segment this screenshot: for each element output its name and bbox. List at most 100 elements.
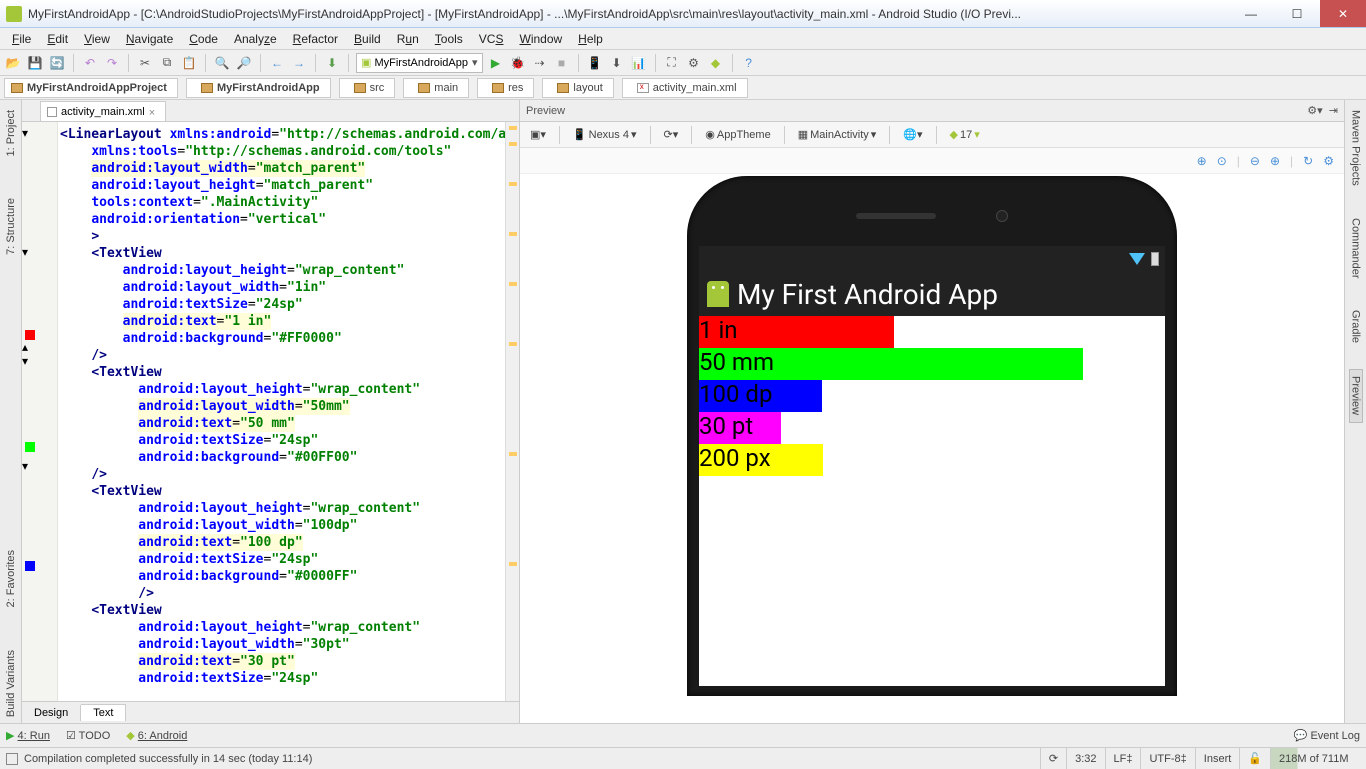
crumb-module[interactable]: MyFirstAndroidApp: [186, 78, 331, 98]
dock-structure[interactable]: 7: Structure: [5, 192, 17, 261]
preview-textview[interactable]: 200 px: [699, 444, 823, 476]
crumb-src[interactable]: src: [339, 78, 396, 98]
undo-icon[interactable]: ↶: [81, 54, 99, 72]
preview-textview[interactable]: 30 pt: [699, 412, 781, 444]
editor-gutter[interactable]: ▾ ▾ ▴▾ ▾: [22, 122, 58, 701]
zoom-fit-icon[interactable]: ⊕: [1197, 154, 1207, 168]
menu-vcs[interactable]: VCS: [471, 30, 512, 48]
menu-build[interactable]: Build: [346, 30, 389, 48]
cut-icon[interactable]: ✂: [136, 54, 154, 72]
event-log-button[interactable]: 💬 Event Log: [1294, 729, 1360, 742]
menu-window[interactable]: Window: [511, 30, 570, 48]
replace-icon[interactable]: 🔎: [235, 54, 253, 72]
zoom-reset-icon[interactable]: ⊙: [1217, 154, 1227, 168]
locale-icon[interactable]: 🌐▾: [899, 126, 926, 143]
run-config-combo[interactable]: ▣ MyFirstAndroidApp▾: [356, 53, 483, 73]
menu-view[interactable]: View: [76, 30, 118, 48]
api-combo[interactable]: ◆17▾: [946, 126, 984, 143]
refresh-icon[interactable]: ↻: [1303, 154, 1313, 168]
forward-icon[interactable]: →: [290, 54, 308, 72]
android-tool-button[interactable]: ◆ 6: Android: [126, 729, 187, 742]
preview-canvas[interactable]: My First Android App 1 in50 mm100 dp30 p…: [520, 174, 1344, 723]
settings-icon[interactable]: ⚙: [685, 54, 703, 72]
menu-help[interactable]: Help: [570, 30, 611, 48]
sync-icon[interactable]: 🔄: [48, 54, 66, 72]
redo-icon[interactable]: ↷: [103, 54, 121, 72]
gutter-breakpoint-blue[interactable]: [25, 561, 35, 571]
hide-icon[interactable]: ⇥: [1329, 105, 1338, 117]
open-icon[interactable]: 📂: [4, 54, 22, 72]
gutter-breakpoint-red[interactable]: [25, 330, 35, 340]
avd-icon[interactable]: 📱: [586, 54, 604, 72]
crumb-project[interactable]: MyFirstAndroidAppProject: [4, 78, 178, 98]
editor-scrollbar[interactable]: [505, 122, 519, 701]
monitor-icon[interactable]: 📊: [630, 54, 648, 72]
preview-settings-icon[interactable]: ⚙: [1323, 154, 1334, 168]
battery-icon: [1151, 252, 1159, 266]
debug-icon[interactable]: 🐞: [509, 54, 527, 72]
help-icon[interactable]: ?: [740, 54, 758, 72]
line-separator[interactable]: LF ‡: [1105, 748, 1141, 769]
crumb-file[interactable]: activity_main.xml: [622, 78, 748, 98]
crumb-main[interactable]: main: [403, 78, 469, 98]
design-tab[interactable]: Design: [22, 705, 81, 721]
text-tab[interactable]: Text: [81, 704, 126, 721]
orientation-icon[interactable]: ⟳▾: [660, 126, 683, 143]
memory-indicator[interactable]: 218M of 711M: [1270, 748, 1360, 769]
editor-tab-label: activity_main.xml: [61, 106, 145, 118]
close-button[interactable]: ✕: [1320, 0, 1366, 27]
stop-icon[interactable]: ■: [553, 54, 571, 72]
dock-commander[interactable]: Commander: [1350, 212, 1362, 285]
android-icon[interactable]: ◆: [707, 54, 725, 72]
zoom-in-icon[interactable]: ⊕: [1270, 154, 1280, 168]
dock-gradle[interactable]: Gradle: [1350, 304, 1362, 349]
run-icon[interactable]: ▶: [487, 54, 505, 72]
menu-analyze[interactable]: Analyze: [226, 30, 285, 48]
progress-icon[interactable]: ⟳: [1040, 748, 1066, 769]
preview-textview[interactable]: 50 mm: [699, 348, 1083, 380]
preview-textview[interactable]: 1 in: [699, 316, 894, 348]
crumb-layout[interactable]: layout: [542, 78, 613, 98]
make-icon[interactable]: ⬇: [323, 54, 341, 72]
device-combo[interactable]: 📱Nexus 4▾: [569, 126, 641, 143]
dock-build-variants[interactable]: Build Variants: [5, 644, 17, 723]
preview-textview[interactable]: 100 dp: [699, 380, 822, 412]
theme-combo[interactable]: ◉AppTheme: [701, 126, 774, 143]
menu-file[interactable]: File: [4, 30, 39, 48]
caret-position[interactable]: 3:32: [1066, 748, 1104, 769]
menu-code[interactable]: Code: [181, 30, 226, 48]
attach-icon[interactable]: ⇢: [531, 54, 549, 72]
structure-icon[interactable]: ⛶: [663, 54, 681, 72]
dock-favorites[interactable]: 2: Favorites: [5, 544, 17, 613]
menu-run[interactable]: Run: [389, 30, 427, 48]
config-icon[interactable]: ▣▾: [526, 126, 550, 143]
menu-refactor[interactable]: Refactor: [285, 30, 346, 48]
dock-maven[interactable]: Maven Projects: [1350, 104, 1362, 192]
activity-combo[interactable]: ▦MainActivity▾: [794, 126, 881, 143]
dock-preview[interactable]: Preview: [1349, 369, 1363, 422]
crumb-res[interactable]: res: [477, 78, 534, 98]
run-tool-button[interactable]: ▶ 4: Run: [6, 729, 50, 742]
close-tab-icon[interactable]: ×: [149, 107, 159, 117]
zoom-out-icon[interactable]: ⊖: [1250, 154, 1260, 168]
maximize-button[interactable]: ☐: [1274, 0, 1320, 27]
editor-tab-active[interactable]: activity_main.xml ×: [40, 101, 166, 121]
minimize-button[interactable]: —: [1228, 0, 1274, 27]
menu-edit[interactable]: Edit: [39, 30, 76, 48]
code-editor[interactable]: <LinearLayout xmlns:android="http://sche…: [58, 122, 505, 701]
menu-tools[interactable]: Tools: [427, 30, 471, 48]
paste-icon[interactable]: 📋: [180, 54, 198, 72]
read-lock-icon[interactable]: 🔓: [1239, 748, 1270, 769]
dock-project[interactable]: 1: Project: [5, 104, 17, 162]
insert-mode[interactable]: Insert: [1195, 748, 1240, 769]
back-icon[interactable]: ←: [268, 54, 286, 72]
copy-icon[interactable]: ⧉: [158, 54, 176, 72]
todo-tool-button[interactable]: ☑ TODO: [66, 729, 110, 742]
gutter-breakpoint-green[interactable]: [25, 442, 35, 452]
save-icon[interactable]: 💾: [26, 54, 44, 72]
gear-icon[interactable]: ⚙▾: [1307, 105, 1322, 117]
encoding[interactable]: UTF-8 ‡: [1140, 748, 1194, 769]
menu-navigate[interactable]: Navigate: [118, 30, 181, 48]
sdk-icon[interactable]: ⬇: [608, 54, 626, 72]
find-icon[interactable]: 🔍: [213, 54, 231, 72]
